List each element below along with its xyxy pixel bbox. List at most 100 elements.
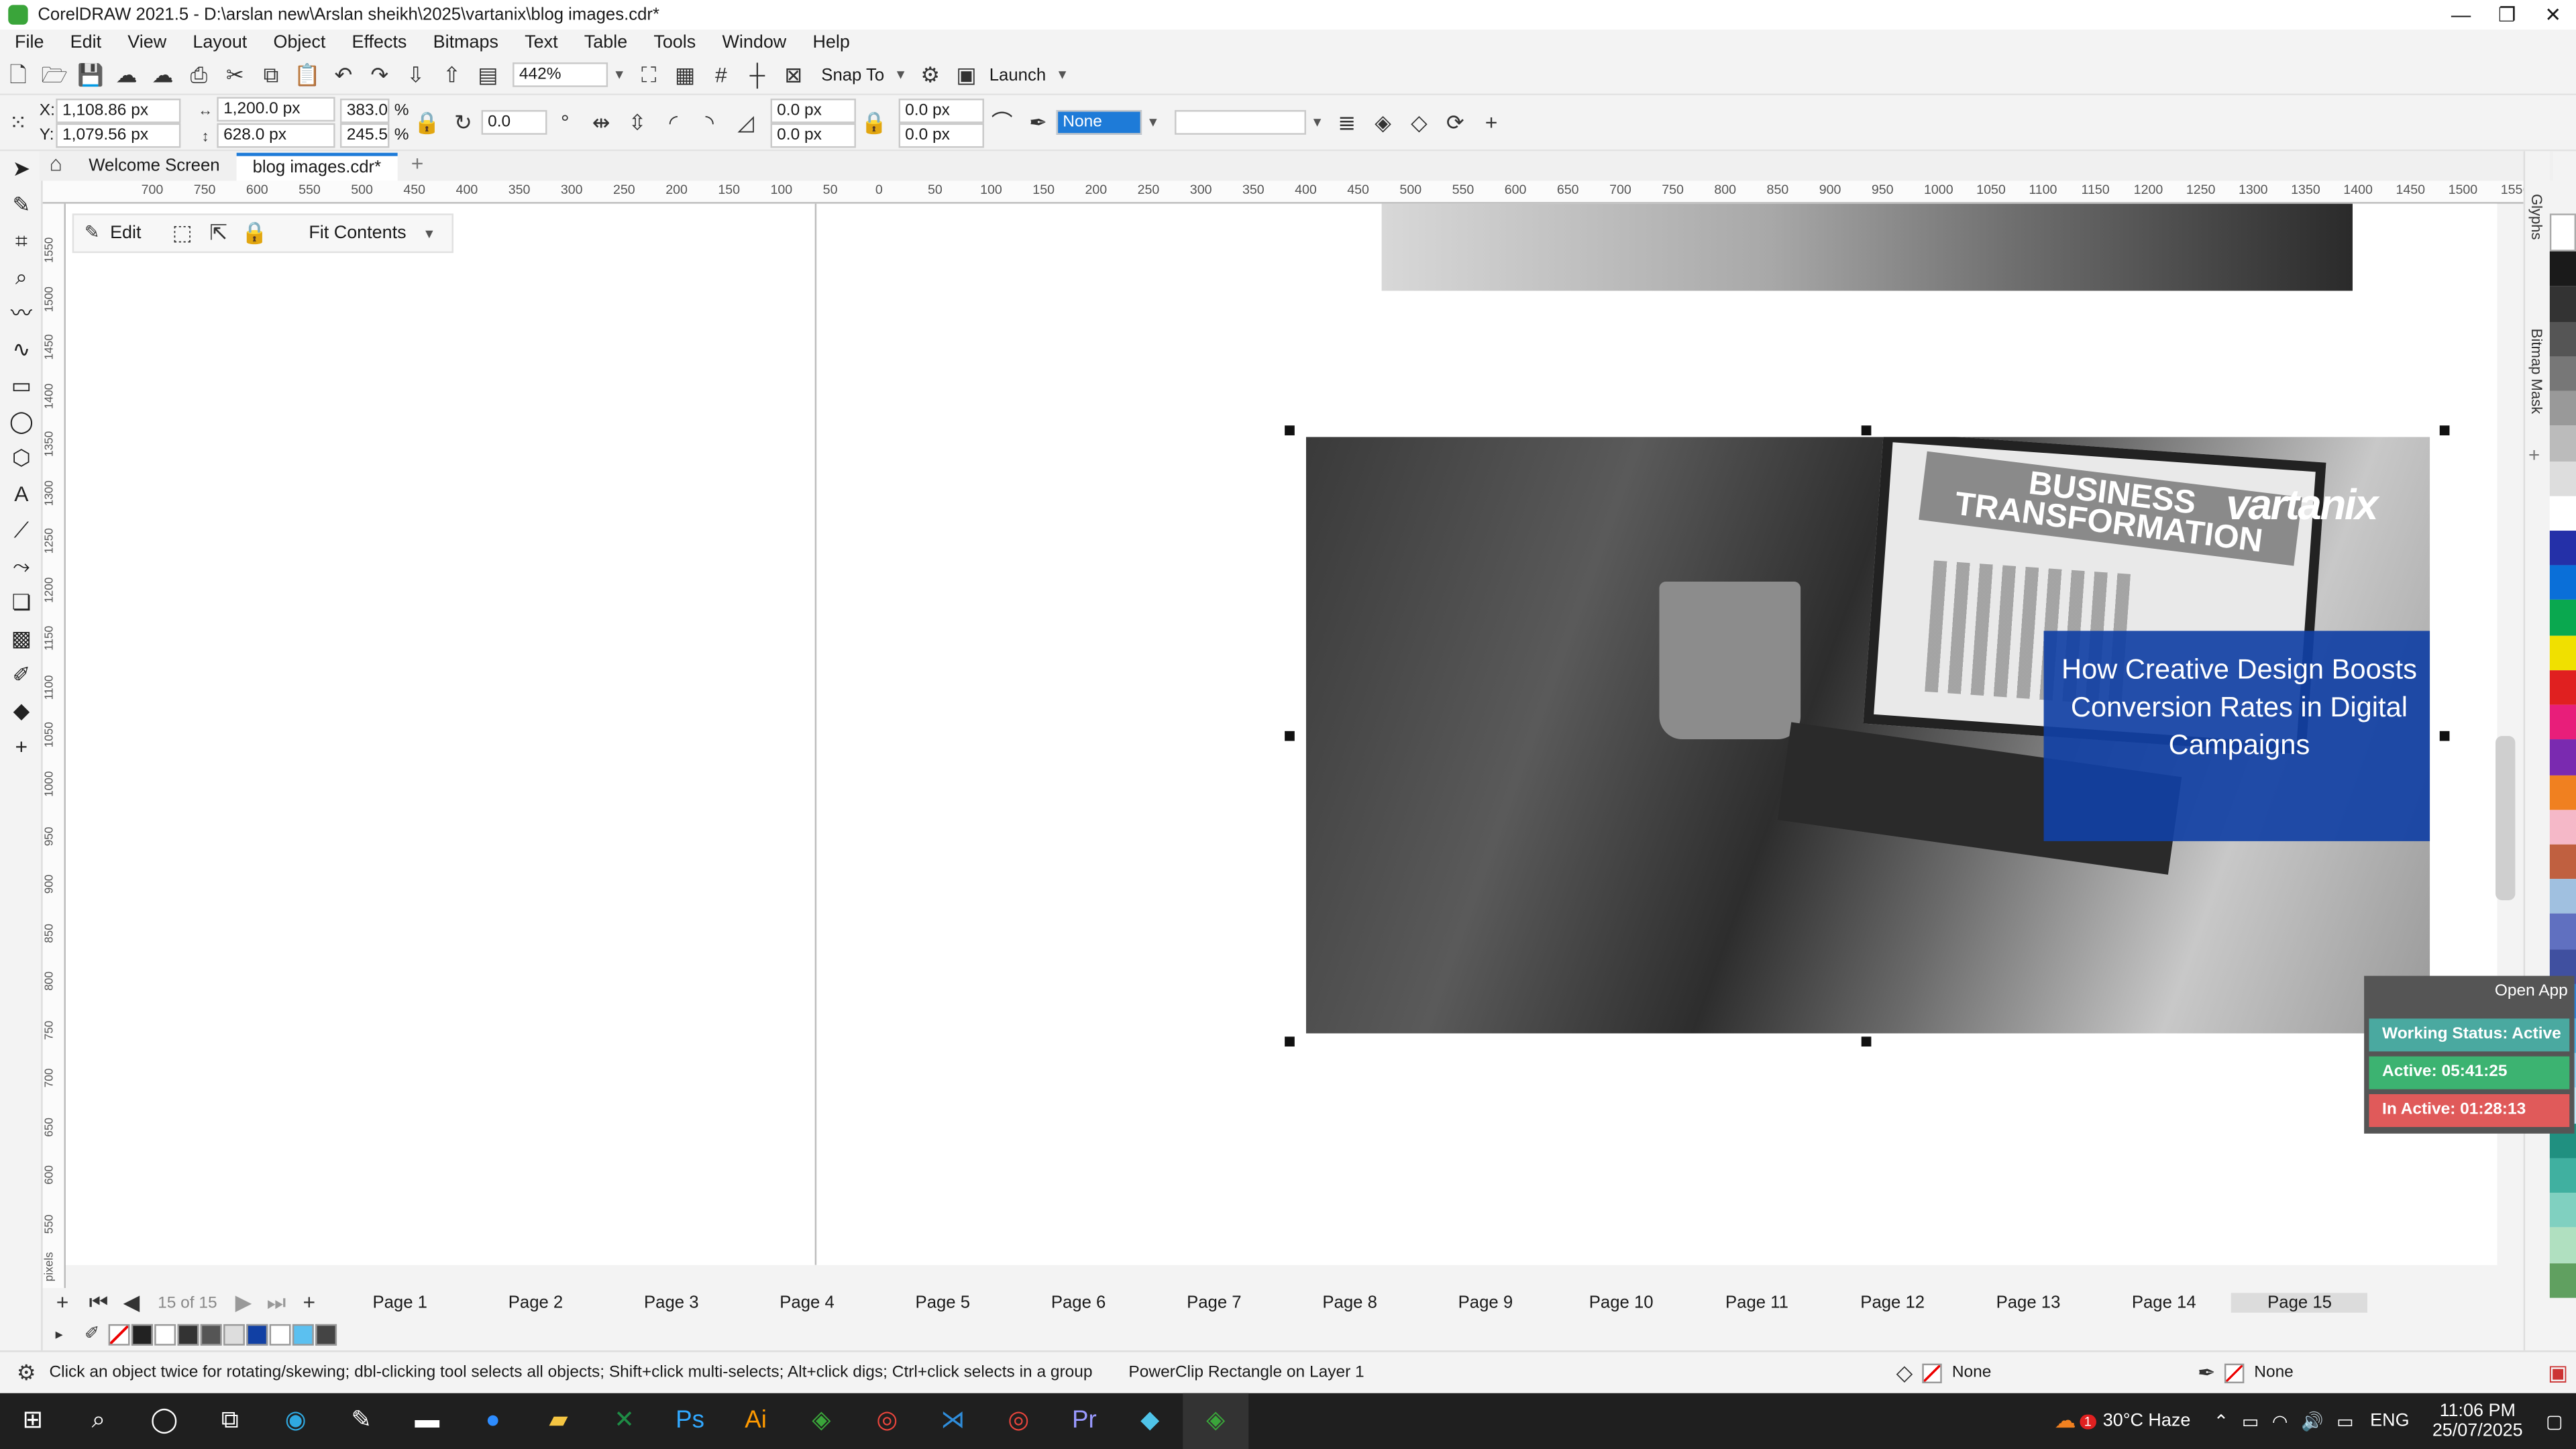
tab-page-8[interactable]: Page 8 xyxy=(1282,1293,1417,1312)
illustrator-icon[interactable]: Ai xyxy=(723,1393,789,1449)
doc-swatch[interactable] xyxy=(200,1323,222,1345)
extract-contents-icon[interactable]: ⇱ xyxy=(205,220,231,246)
pen-app-icon[interactable]: ✎ xyxy=(329,1393,394,1449)
menu-window[interactable]: Window xyxy=(722,33,786,52)
tab-page-9[interactable]: Page 9 xyxy=(1417,1293,1553,1312)
palette-swatch[interactable] xyxy=(2549,252,2576,287)
vertical-ruler[interactable]: 1550 1500 1450 1400 1350 1300 1250 1200 1150 1100… xyxy=(42,203,66,1289)
previous-page-icon[interactable]: ◀ xyxy=(118,1289,144,1316)
pick-tool-icon[interactable]: ➤ xyxy=(0,151,43,187)
coreldraw-taskbar-icon[interactable]: ◈ xyxy=(789,1393,855,1449)
outline-width-field[interactable]: None xyxy=(1056,110,1142,135)
add-docker-icon[interactable]: + xyxy=(2528,443,2540,466)
interactive-fill-tool-icon[interactable]: ◆ xyxy=(0,693,43,729)
polygon-tool-icon[interactable]: ⬡ xyxy=(0,440,43,476)
task-view-icon[interactable]: ⧉ xyxy=(197,1393,263,1449)
menu-view[interactable]: View xyxy=(127,33,166,52)
shape-tool-icon[interactable]: ✎ xyxy=(0,187,43,223)
save-icon[interactable]: 💾 xyxy=(77,62,104,88)
palette-swatch[interactable] xyxy=(2549,391,2576,427)
open-icon[interactable]: 🗁 xyxy=(41,62,67,88)
rotation-field[interactable]: 0.0 xyxy=(481,110,547,135)
export-icon[interactable]: ⇧ xyxy=(439,62,465,88)
wifi-icon[interactable]: ◠ xyxy=(2272,1410,2288,1432)
chamfered-corner-icon[interactable]: ◿ xyxy=(733,109,759,136)
edge-icon[interactable]: ◉ xyxy=(263,1393,329,1449)
chrome-profile-icon[interactable]: ◎ xyxy=(985,1393,1051,1449)
battery-icon[interactable]: ▭ xyxy=(2337,1410,2353,1432)
tab-page-6[interactable]: Page 6 xyxy=(1010,1293,1146,1312)
line-style-field[interactable] xyxy=(1174,110,1306,135)
fit-contents-dropdown-icon[interactable]: ▼ xyxy=(423,226,435,241)
round-corner-icon[interactable]: ◜ xyxy=(660,109,686,136)
text-wrap-icon[interactable]: ≣ xyxy=(1334,109,1360,136)
corner-radius-top-left[interactable]: 0.0 px xyxy=(770,97,856,123)
freehand-tool-icon[interactable]: 〰 xyxy=(0,296,43,332)
menu-layout[interactable]: Layout xyxy=(193,33,247,52)
tab-page-1[interactable]: Page 1 xyxy=(332,1293,468,1312)
print-icon[interactable]: ⎙ xyxy=(186,62,212,88)
palette-swatch[interactable] xyxy=(2549,739,2576,775)
powerclip-edit-button[interactable]: Edit xyxy=(110,223,141,243)
selection-handle-bottom-center[interactable] xyxy=(1861,1036,1872,1047)
tab-page-3[interactable]: Page 3 xyxy=(604,1293,739,1312)
launch-dropdown[interactable]: Launch xyxy=(989,65,1046,85)
tab-page-13[interactable]: Page 13 xyxy=(1960,1293,2096,1312)
doc-swatch[interactable] xyxy=(315,1323,337,1345)
palette-swatch[interactable] xyxy=(2549,1228,2576,1263)
selection-handle-top-right[interactable] xyxy=(2439,425,2450,435)
lock-ratio-icon[interactable]: 🔒 xyxy=(414,109,441,136)
restore-button[interactable]: ❐ xyxy=(2484,0,2530,30)
doc-swatch[interactable] xyxy=(154,1323,176,1345)
file-explorer-icon[interactable]: ▰ xyxy=(526,1393,592,1449)
tab-page-11[interactable]: Page 11 xyxy=(1689,1293,1825,1312)
palette-swatch[interactable] xyxy=(2549,600,2576,635)
tab-page-12[interactable]: Page 12 xyxy=(1825,1293,1960,1312)
paste-icon[interactable]: 📋 xyxy=(294,62,321,88)
menu-file[interactable]: File xyxy=(15,33,44,52)
drop-shadow-tool-icon[interactable]: ❏ xyxy=(0,585,43,621)
text-tool-icon[interactable]: A xyxy=(0,476,43,513)
corner-lock-icon[interactable]: 🔒 xyxy=(861,109,888,136)
bitmap-mask-docker-tab[interactable]: Bitmap Mask xyxy=(2528,329,2544,414)
scalloped-corner-icon[interactable]: ◝ xyxy=(696,109,722,136)
eyedropper-tool-icon[interactable]: ✐ xyxy=(0,657,43,694)
palette-swatch[interactable] xyxy=(2549,704,2576,740)
tab-page-5[interactable]: Page 5 xyxy=(875,1293,1010,1312)
snap-dropdown-icon[interactable]: ▼ xyxy=(894,67,907,82)
convert-to-curves-icon[interactable]: ⟳ xyxy=(1442,109,1468,136)
copy-icon[interactable]: ⧉ xyxy=(258,62,284,88)
color-palette[interactable] xyxy=(2549,213,2576,1298)
coreldraw-active-icon[interactable]: ◈ xyxy=(1183,1393,1249,1449)
top-image-artwork[interactable] xyxy=(1381,203,2353,291)
menu-tools[interactable]: Tools xyxy=(653,33,696,52)
palette-swatch[interactable] xyxy=(2549,879,2576,914)
corner-radius-bottom-right[interactable]: 0.0 px xyxy=(898,122,984,148)
zoom-dropdown-icon[interactable]: ▼ xyxy=(612,67,625,82)
palette-swatch[interactable] xyxy=(2549,844,2576,879)
language-indicator[interactable]: ENG xyxy=(2370,1411,2409,1431)
cut-icon[interactable]: ✂ xyxy=(222,62,248,88)
rectangle-tool-icon[interactable]: ▭ xyxy=(0,368,43,405)
menu-text[interactable]: Text xyxy=(525,33,557,52)
tab-page-2[interactable]: Page 2 xyxy=(468,1293,603,1312)
search-icon[interactable]: ⌕ xyxy=(66,1393,131,1449)
weather-text[interactable]: 30°C Haze xyxy=(2103,1411,2191,1431)
weather-icon[interactable]: ☁ xyxy=(2055,1408,2076,1434)
selection-handle-top-center[interactable] xyxy=(1861,425,1872,435)
guidelines-icon[interactable]: ┼ xyxy=(744,62,770,88)
selection-handle-top-left[interactable] xyxy=(1285,425,1295,435)
zoom-icon[interactable]: ● xyxy=(460,1393,526,1449)
tab-page-7[interactable]: Page 7 xyxy=(1146,1293,1282,1312)
launch-icon[interactable]: ▣ xyxy=(953,62,979,88)
clock[interactable]: 11:06 PM 25/07/2025 xyxy=(2432,1401,2523,1441)
menu-edit[interactable]: Edit xyxy=(70,33,101,52)
mirror-horizontal-icon[interactable]: ⇹ xyxy=(588,109,614,136)
menu-object[interactable]: Object xyxy=(273,33,325,52)
tab-page-4[interactable]: Page 4 xyxy=(739,1293,875,1312)
tab-page-15[interactable]: Page 15 xyxy=(2231,1293,2368,1313)
outline-width-dropdown-icon[interactable]: ▼ xyxy=(1146,115,1159,129)
crop-tool-icon[interactable]: ⌗ xyxy=(0,223,43,260)
x-position-field[interactable]: 1,108.86 px xyxy=(56,97,181,123)
horizontal-ruler[interactable]: 700 750 600 550 500 450 400 350 300 250 200 150 100 5… xyxy=(42,180,2524,204)
